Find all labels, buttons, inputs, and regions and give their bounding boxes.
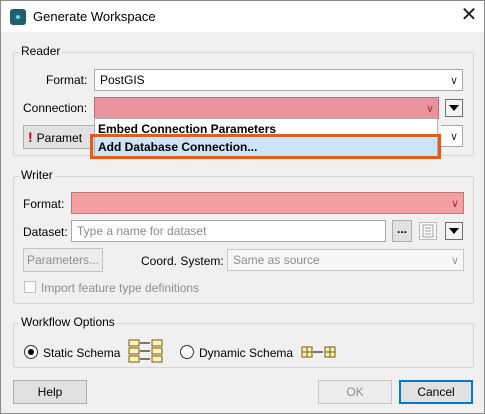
coord-system-value: Same as source [233, 253, 320, 267]
reader-format-label: Format: [46, 73, 88, 87]
coord-system-select[interactable]: Same as source ∨ [227, 249, 464, 271]
warning-icon: ! [28, 129, 33, 145]
generate-workspace-dialog: Generate Workspace ✕ Reader Format: Post… [0, 0, 485, 414]
app-icon [10, 9, 26, 25]
ok-button[interactable]: OK [318, 380, 392, 404]
reader-secondary-select[interactable]: ∨ [441, 125, 463, 147]
connection-menu-button[interactable] [445, 99, 463, 117]
dataset-label: Dataset: [23, 225, 68, 239]
title-bar: Generate Workspace ✕ [1, 1, 484, 32]
static-schema-radio[interactable] [24, 345, 38, 359]
reader-connection-select[interactable]: ∨ [94, 97, 439, 119]
reader-connection-label: Connection: [23, 101, 88, 115]
window-title: Generate Workspace [33, 9, 156, 24]
import-feature-label: Import feature type definitions [41, 281, 200, 295]
reader-group-label: Reader [19, 44, 63, 58]
chevron-down-icon: ∨ [450, 198, 459, 210]
highlight-annotation [90, 134, 441, 159]
help-button[interactable]: Help [13, 380, 87, 404]
reader-format-value: PostGIS [100, 73, 145, 87]
dynamic-schema-radio[interactable] [180, 345, 194, 359]
writer-parameters-button[interactable]: Parameters... [23, 248, 103, 272]
workflow-group-label: Workflow Options [19, 315, 117, 329]
writer-format-select[interactable]: ∨ [71, 192, 464, 214]
dynamic-schema-icon [301, 346, 337, 361]
chevron-down-icon: ∨ [449, 131, 458, 143]
dataset-input[interactable]: Type a name for dataset [71, 220, 386, 242]
chevron-down-icon: ∨ [450, 255, 459, 267]
chevron-down-icon: ∨ [425, 103, 434, 115]
import-feature-checkbox[interactable] [24, 281, 36, 293]
chevron-down-icon: ∨ [449, 75, 458, 87]
cancel-button[interactable]: Cancel [399, 380, 473, 404]
writer-group-label: Writer [19, 168, 55, 182]
static-schema-icon [128, 339, 164, 366]
writer-format-label: Format: [23, 197, 65, 211]
reader-parameters-label: Paramet [36, 131, 83, 145]
close-icon[interactable]: ✕ [459, 5, 479, 25]
browse-button[interactable]: ... [392, 220, 412, 242]
dataset-tool-icon[interactable] [419, 222, 437, 240]
static-schema-label: Static Schema [43, 346, 121, 360]
coord-system-label: Coord. System: [141, 254, 224, 268]
dataset-placeholder: Type a name for dataset [77, 224, 207, 238]
reader-format-select[interactable]: PostGIS ∨ [94, 69, 463, 91]
dynamic-schema-label: Dynamic Schema [199, 346, 294, 360]
dataset-menu-button[interactable] [445, 222, 463, 240]
